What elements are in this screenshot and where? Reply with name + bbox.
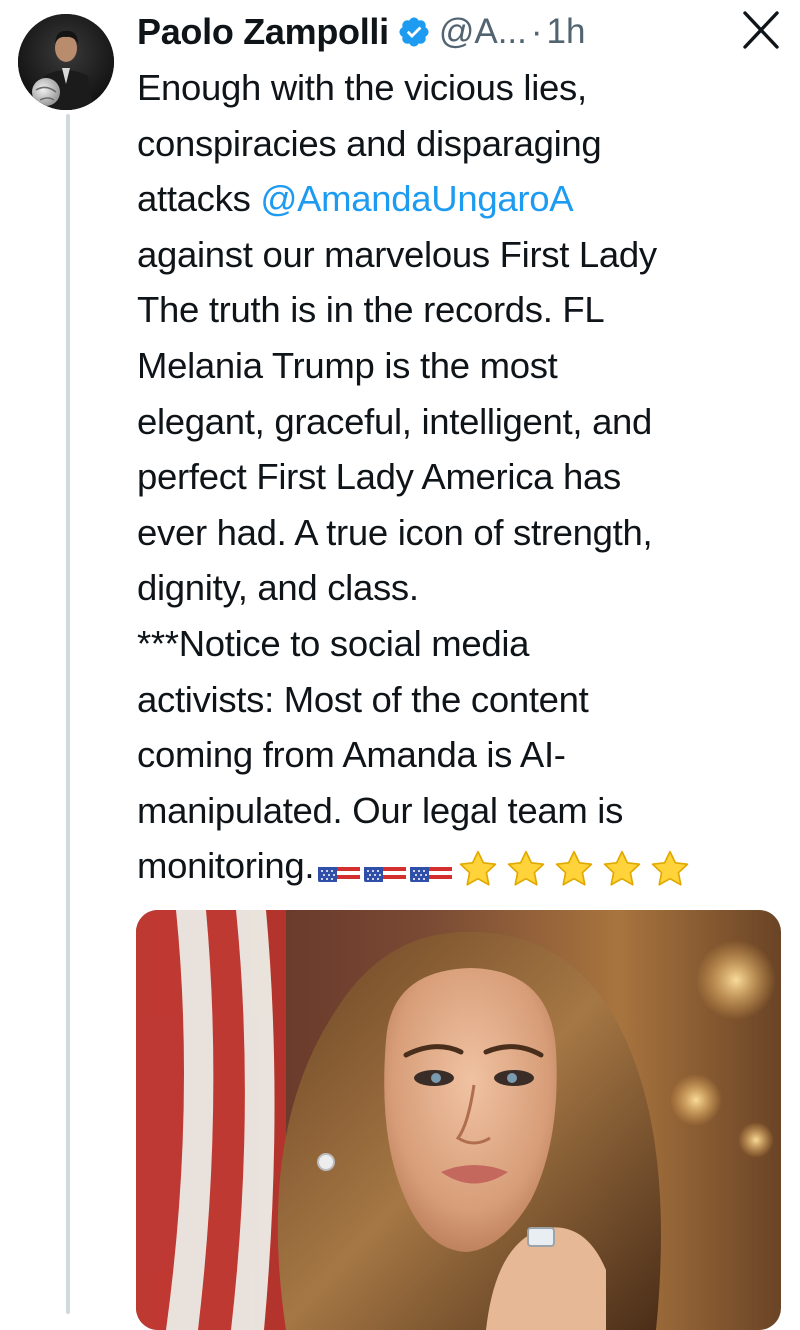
tweet-text-line: ***Notice to social media	[137, 622, 530, 664]
x-close-icon[interactable]	[742, 10, 780, 50]
tweet-text-line: perfect First Lady America has	[137, 456, 621, 498]
tweet-text-line: attacks @AmandaUngaroA	[137, 171, 787, 227]
us-flag-icon	[364, 855, 407, 883]
tweet-text-fragment: attacks	[137, 178, 261, 220]
star-icon	[504, 847, 548, 891]
tweet-text-line: Enough with the vicious lies,	[137, 67, 587, 108]
thread-line	[66, 114, 70, 1314]
tweet-text-line: elegant, graceful, intelligent, and	[137, 400, 653, 442]
tweet-text-line: against our marvelous First Lady	[137, 233, 657, 275]
tweet-text-line: monitoring.	[137, 838, 787, 894]
star-icon	[600, 847, 644, 891]
author-handle[interactable]: @A...	[439, 12, 527, 52]
tweet-header: Paolo Zampolli @A... · 1h	[137, 6, 780, 58]
star-icon	[648, 847, 692, 891]
tweet-text: Enough with the vicious lies, conspiraci…	[137, 60, 787, 894]
star-icon	[552, 847, 596, 891]
avatar-photo-icon	[18, 14, 114, 110]
tweet-text-fragment: monitoring.	[137, 845, 315, 887]
tweet-text-line: conspiracies and disparaging	[137, 122, 602, 164]
tweet-text-line: manipulated. Our legal team is	[137, 789, 624, 831]
author-name[interactable]: Paolo Zampolli	[137, 11, 389, 53]
verified-badge-icon	[397, 15, 431, 49]
tweet-text-line: coming from Amanda is AI-	[137, 734, 566, 776]
tweet-text-line: The truth is in the records. FL	[137, 289, 605, 331]
us-flag-icon	[318, 855, 361, 883]
us-flag-icon	[410, 855, 453, 883]
tweet-text-line: Melania Trump is the most	[137, 344, 558, 386]
star-icon	[456, 847, 500, 891]
tweet-media-photo[interactable]	[136, 910, 781, 1330]
timestamp[interactable]: 1h	[547, 12, 586, 52]
tweet-text-line: dignity, and class.	[137, 567, 419, 609]
tweet-text-line: activists: Most of the content	[137, 678, 589, 720]
separator-dot: ·	[530, 12, 543, 51]
emoji-row	[318, 847, 692, 891]
mention-link[interactable]: @AmandaUngaroA	[260, 178, 573, 219]
avatar[interactable]	[18, 14, 114, 110]
portrait-photo-icon	[136, 910, 781, 1330]
tweet-text-line: ever had. A true icon of strength,	[137, 511, 653, 553]
